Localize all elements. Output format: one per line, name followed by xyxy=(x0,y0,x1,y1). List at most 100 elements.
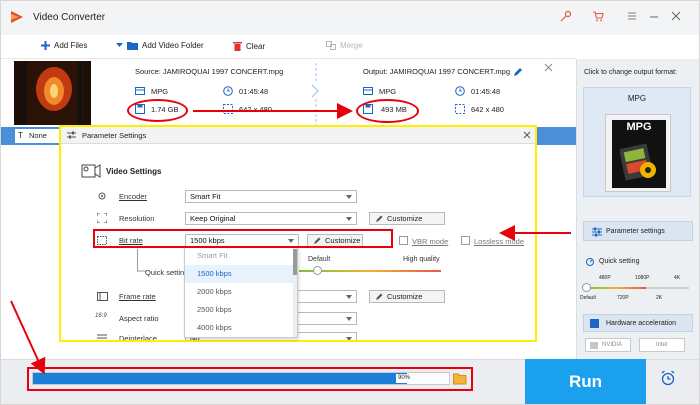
add-video-folder-label: Add Video Folder xyxy=(142,41,204,50)
add-files-button[interactable]: Add Files xyxy=(41,41,87,50)
key-icon[interactable] xyxy=(559,10,573,24)
dropdown-option-selected[interactable]: 1500 kbps xyxy=(185,265,293,283)
chip-icon xyxy=(590,319,599,328)
dropdown-option[interactable]: 4000 kbps xyxy=(185,319,293,337)
parameter-settings-label: Parameter settings xyxy=(606,228,665,235)
quality-track[interactable] xyxy=(586,287,689,289)
title-bar: Video Converter xyxy=(1,1,699,35)
edit-icon xyxy=(376,215,383,222)
edit-icon[interactable] xyxy=(513,67,523,77)
encoder-select[interactable]: Smart Fit xyxy=(185,190,357,203)
dropdown-option[interactable]: 2000 kbps xyxy=(185,283,293,301)
hardware-acceleration-toggle[interactable]: Hardware acceleration xyxy=(583,314,693,332)
app-title: Video Converter xyxy=(33,12,106,23)
resize-icon xyxy=(455,104,465,114)
annotation-source-size-ring xyxy=(127,99,188,122)
cart-icon[interactable] xyxy=(591,10,605,24)
video-settings-icon xyxy=(81,164,101,178)
add-video-folder-button[interactable]: Add Video Folder xyxy=(116,41,204,50)
add-files-label: Add Files xyxy=(54,41,88,50)
dropdown-scrollbar[interactable] xyxy=(293,247,297,337)
nvidia-label: NVIDIA xyxy=(602,342,623,348)
merge-icon xyxy=(326,41,336,50)
dialog-close-icon[interactable] xyxy=(523,131,531,139)
output-duration: 01:45:48 xyxy=(471,87,501,96)
app-window: Video Converter Add Files Add Video Fold… xyxy=(0,0,700,405)
resolution-select[interactable]: Keep Original xyxy=(185,212,357,225)
clear-label: Clear xyxy=(246,41,266,51)
quick-setting-default: Default xyxy=(308,256,331,263)
dropdown-option[interactable]: Smart Fit xyxy=(185,247,293,265)
source-format: MPG xyxy=(151,87,169,96)
vbr-mode-label: VBR mode xyxy=(412,237,449,246)
lossless-mode-checkbox[interactable] xyxy=(461,236,470,245)
lossless-mode-label: Lossless mode xyxy=(474,237,525,246)
dialog-title: Parameter Settings xyxy=(82,131,147,140)
alarm-icon[interactable] xyxy=(660,370,676,386)
output-format-card[interactable]: MPG MPG xyxy=(583,87,691,197)
format-icon: MPG xyxy=(605,114,671,192)
video-thumbnail[interactable] xyxy=(14,61,91,125)
parameter-settings-button[interactable]: Parameter settings xyxy=(583,221,693,241)
scale-2k: 2K xyxy=(656,295,663,301)
output-label: Output: JAMIROQUAI 1997 CONCERT.mpg xyxy=(363,67,510,76)
annotation-bitrate-box xyxy=(93,229,393,248)
merge-button[interactable]: Merge xyxy=(326,41,363,50)
nvidia-logo-icon xyxy=(590,342,598,349)
toolbar: Add Files Add Video Folder Clear Merge xyxy=(1,35,576,59)
clock-icon xyxy=(455,86,465,96)
resolution-label: Resolution xyxy=(119,214,155,223)
hardware-acceleration-label: Hardware acceleration xyxy=(606,320,677,327)
resize-icon xyxy=(223,104,233,114)
intel-label: Intel xyxy=(656,342,668,348)
resolution-customize-label: Customize xyxy=(387,214,423,223)
output-format-hint: Click to change output format: xyxy=(584,69,677,76)
close-icon[interactable] xyxy=(669,10,683,24)
output-resolution: 642 x 480 xyxy=(471,105,504,114)
quality-slider-handle[interactable] xyxy=(582,283,591,292)
app-logo-icon xyxy=(11,11,23,23)
text-icon: T xyxy=(18,131,23,140)
source-label: Source: JAMIROQUAI 1997 CONCERT.mpg xyxy=(135,67,284,76)
nvidia-badge[interactable]: NVIDIA xyxy=(585,338,631,352)
framerate-icon xyxy=(97,292,108,301)
subtitle-select[interactable]: T None xyxy=(15,129,61,143)
resolution-select-value: Keep Original xyxy=(190,214,236,223)
bitrate-dropdown-list: Smart Fit 1500 kbps 2000 kbps 2500 kbps … xyxy=(184,246,298,338)
edit-icon xyxy=(376,293,383,300)
film-icon xyxy=(363,87,373,95)
subtitle-select-value: None xyxy=(29,131,47,140)
clear-button[interactable]: Clear xyxy=(233,41,265,51)
deinterlace-label: Deinterlace xyxy=(119,334,157,342)
deinterlace-icon xyxy=(97,334,107,339)
encoder-label: Encoder xyxy=(119,192,147,201)
remove-file-icon[interactable] xyxy=(544,63,553,72)
source-duration: 01:45:48 xyxy=(239,87,269,96)
framerate-customize-label: Customize xyxy=(387,292,423,301)
scale-4k: 4K xyxy=(674,275,681,281)
vbr-mode-checkbox[interactable] xyxy=(399,236,408,245)
scale-480p: 480P xyxy=(599,275,611,281)
intel-badge[interactable]: Intel xyxy=(639,338,685,352)
dropdown-option[interactable]: 2500 kbps xyxy=(185,301,293,319)
convert-divider xyxy=(311,63,319,125)
menu-icon[interactable] xyxy=(625,10,639,24)
resolution-icon xyxy=(97,213,107,223)
framerate-label: Frame rate xyxy=(119,292,156,301)
encoder-select-value: Smart Fit xyxy=(190,192,221,201)
source-resolution: 642 x 480 xyxy=(239,105,272,114)
quick-setting-label: Quick setting xyxy=(599,258,640,265)
section-title: Video Settings xyxy=(106,167,162,176)
quick-setting-high: High quality xyxy=(403,256,440,263)
format-badge: MPG xyxy=(626,121,652,133)
run-button[interactable]: Run xyxy=(525,359,646,404)
resolution-customize-button[interactable]: Customize xyxy=(369,212,445,225)
folder-icon xyxy=(127,42,138,50)
minimize-icon[interactable] xyxy=(647,10,661,24)
framerate-customize-button[interactable]: Customize xyxy=(369,290,445,303)
annotation-output-size-ring xyxy=(356,99,419,123)
aspect-ratio-icon: 16:9 xyxy=(95,313,107,319)
scale-1080p: 1080P xyxy=(635,275,650,281)
chevron-down-icon xyxy=(116,43,123,47)
quick-setting-handle[interactable] xyxy=(313,266,322,275)
